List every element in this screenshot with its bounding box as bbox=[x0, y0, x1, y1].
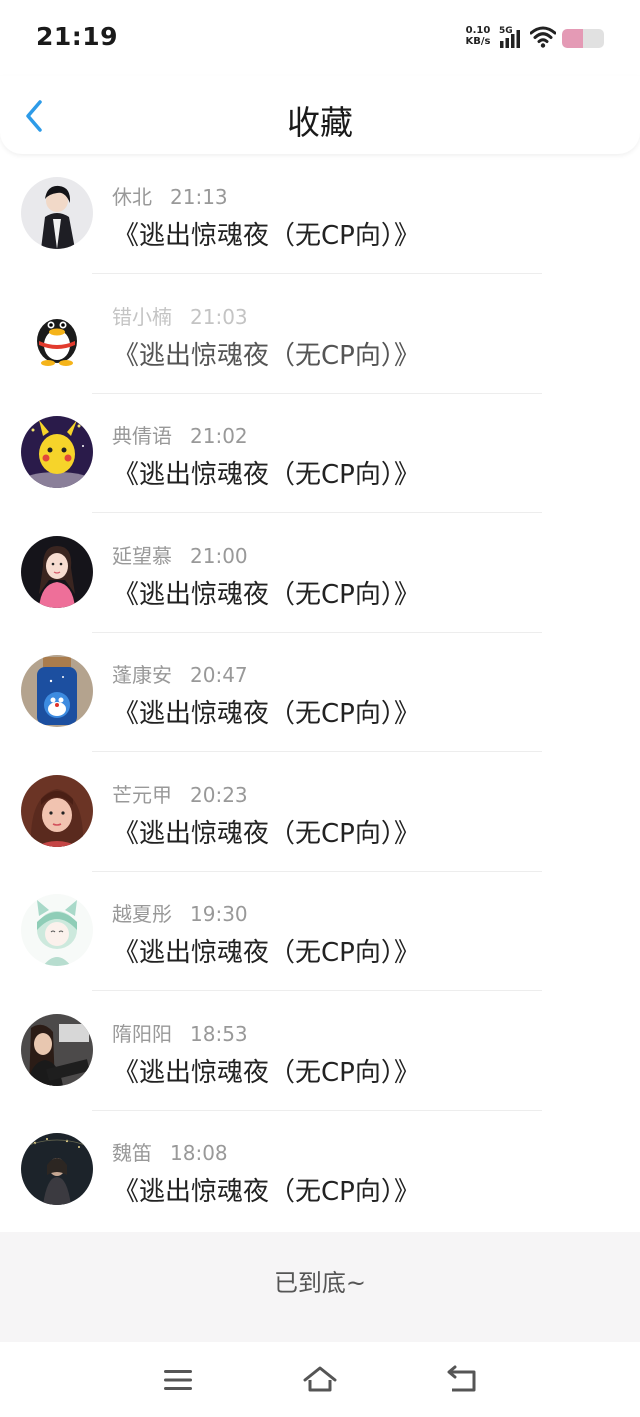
book-title[interactable]: 《逃出惊魂夜（无CP向）》 bbox=[113, 932, 420, 969]
avatar[interactable] bbox=[21, 774, 93, 847]
page-title: 收藏 bbox=[287, 103, 353, 142]
cell-signal-icon: 5G bbox=[499, 26, 525, 50]
book-title[interactable]: 《逃出惊魂夜（无CP向）》 bbox=[113, 454, 420, 491]
home-button[interactable] bbox=[302, 1363, 338, 1397]
user-name: 越夏彤 bbox=[112, 902, 172, 926]
list-item[interactable]: 休北 21:13 《逃出惊魂夜（无CP向）》 bbox=[0, 155, 640, 275]
book-title[interactable]: 《逃出惊魂夜（无CP向）》 bbox=[113, 335, 420, 372]
list-item[interactable]: 隋阳阳 18:53 《逃出惊魂夜（无CP向）》 bbox=[0, 992, 640, 1112]
battery-level bbox=[562, 29, 583, 48]
item-meta: 错小楠 21:03 bbox=[112, 301, 248, 330]
list-item[interactable]: 典倩语 21:02 《逃出惊魂夜（无CP向）》 bbox=[0, 394, 640, 514]
system-nav-bar bbox=[0, 1343, 640, 1417]
user-name: 隋阳阳 bbox=[112, 1021, 172, 1046]
item-meta: 越夏彤 19:30 bbox=[112, 898, 248, 927]
book-title[interactable]: 《逃出惊魂夜（无CP向）》 bbox=[113, 813, 420, 850]
avatar[interactable] bbox=[21, 1133, 93, 1205]
avatar[interactable] bbox=[21, 655, 93, 727]
list-end-footer: 已到底~ bbox=[0, 1232, 640, 1342]
timestamp: 20:47 bbox=[190, 663, 248, 687]
user-name: 错小楠 bbox=[112, 304, 172, 329]
user-name: 蓬康安 bbox=[112, 663, 172, 687]
timestamp: 21:02 bbox=[190, 424, 248, 448]
timestamp: 21:00 bbox=[190, 543, 248, 568]
avatar[interactable] bbox=[21, 416, 93, 488]
book-title[interactable]: 《逃出惊魂夜（无CP向）》 bbox=[113, 693, 420, 730]
list-item[interactable]: 蓬康安 20:47 《逃出惊魂夜（无CP向）》 bbox=[0, 633, 640, 753]
timestamp: 19:30 bbox=[190, 902, 248, 926]
avatar[interactable] bbox=[21, 177, 93, 249]
avatar[interactable] bbox=[21, 1013, 93, 1086]
user-name: 魏笛 bbox=[112, 1141, 152, 1165]
list-item[interactable]: 错小楠 21:03 《逃出惊魂夜（无CP向）》 bbox=[0, 275, 640, 395]
menu-button[interactable] bbox=[160, 1363, 196, 1397]
status-bar: 21:19 0.10 KB/s 5G bbox=[0, 0, 640, 76]
clock: 21:19 bbox=[36, 22, 119, 51]
item-meta: 典倩语 21:02 bbox=[112, 420, 248, 449]
home-icon bbox=[303, 1366, 337, 1392]
end-of-list-text: 已到底~ bbox=[273, 1269, 367, 1297]
user-name: 芒元甲 bbox=[112, 782, 172, 807]
book-title[interactable]: 《逃出惊魂夜（无CP向）》 bbox=[113, 215, 420, 252]
network-speed-value: 0.10 bbox=[465, 25, 491, 36]
menu-icon bbox=[164, 1370, 192, 1390]
user-name: 休北 bbox=[112, 185, 152, 209]
item-meta: 延望慕 21:00 bbox=[112, 540, 248, 569]
back-nav-button[interactable] bbox=[444, 1363, 480, 1397]
avatar[interactable] bbox=[21, 535, 93, 608]
back-icon bbox=[447, 1365, 476, 1392]
item-meta: 休北 21:13 bbox=[112, 181, 228, 210]
user-name: 延望慕 bbox=[112, 543, 172, 568]
book-title[interactable]: 《逃出惊魂夜（无CP向）》 bbox=[113, 574, 420, 611]
item-meta: 芒元甲 20:23 bbox=[112, 779, 248, 808]
signal-type-label: 5G bbox=[499, 26, 513, 36]
timestamp: 20:23 bbox=[190, 782, 248, 807]
header: 收藏 bbox=[0, 76, 640, 154]
list-item[interactable]: 越夏彤 19:30 《逃出惊魂夜（无CP向）》 bbox=[0, 872, 640, 992]
list-item[interactable]: 魏笛 18:08 《逃出惊魂夜（无CP向）》 bbox=[0, 1111, 640, 1231]
timestamp: 21:13 bbox=[170, 185, 228, 209]
list-item[interactable]: 延望慕 21:00 《逃出惊魂夜（无CP向）》 bbox=[0, 514, 640, 634]
avatar[interactable] bbox=[21, 894, 93, 966]
book-title[interactable]: 《逃出惊魂夜（无CP向）》 bbox=[113, 1171, 420, 1208]
network-speed-unit: KB/s bbox=[465, 36, 491, 47]
avatar[interactable] bbox=[21, 296, 93, 369]
user-name: 典倩语 bbox=[112, 424, 172, 448]
favorites-list: 休北 21:13 《逃出惊魂夜（无CP向）》 错小楠 21:03 《逃出惊魂夜（… bbox=[0, 155, 640, 1231]
wifi-icon bbox=[529, 26, 557, 48]
item-meta: 蓬康安 20:47 bbox=[112, 659, 248, 688]
timestamp: 18:53 bbox=[190, 1021, 248, 1046]
network-speed: 0.10 KB/s bbox=[463, 25, 493, 47]
list-item[interactable]: 芒元甲 20:23 《逃出惊魂夜（无CP向）》 bbox=[0, 753, 640, 873]
item-meta: 隋阳阳 18:53 bbox=[112, 1018, 248, 1047]
book-title[interactable]: 《逃出惊魂夜（无CP向）》 bbox=[113, 1052, 420, 1089]
item-meta: 魏笛 18:08 bbox=[112, 1137, 228, 1166]
battery-icon bbox=[562, 29, 604, 48]
timestamp: 21:03 bbox=[190, 304, 248, 329]
timestamp: 18:08 bbox=[170, 1141, 228, 1165]
